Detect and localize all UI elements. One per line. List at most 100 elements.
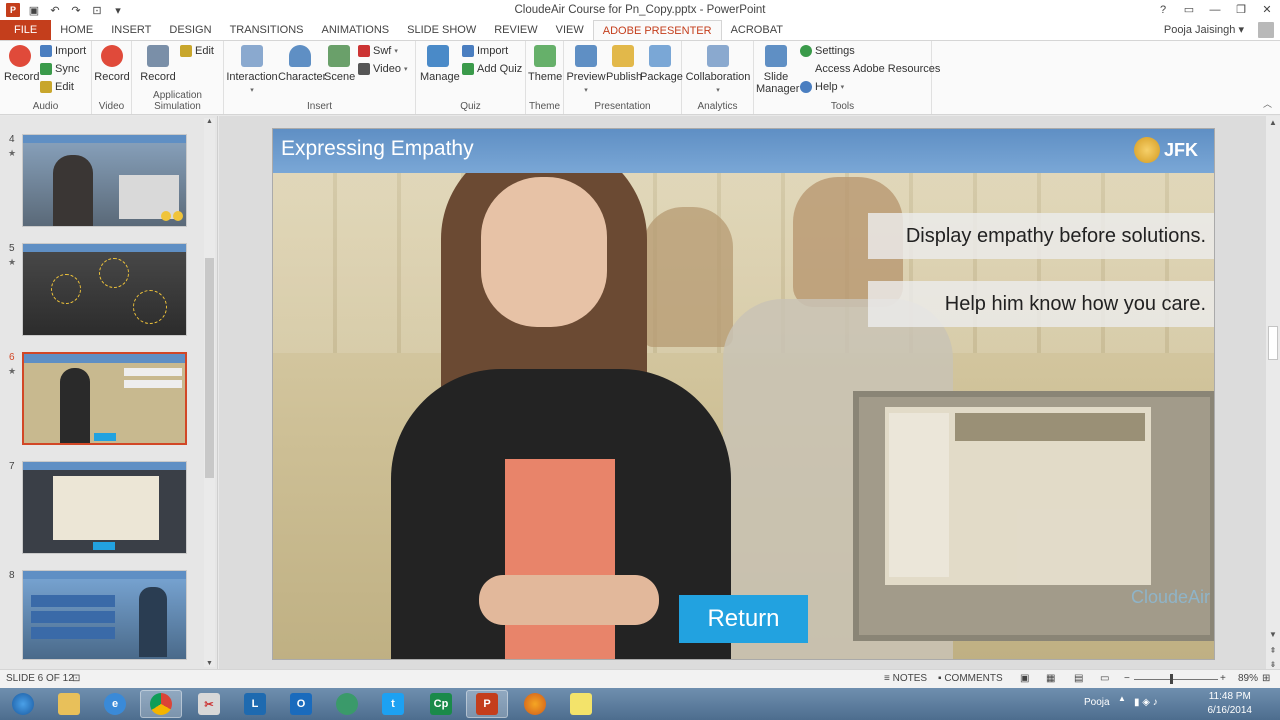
undo-icon[interactable]: ↶ <box>48 3 62 17</box>
add-quiz-button[interactable]: Add Quiz <box>462 63 522 75</box>
slide-thumbnail-5[interactable] <box>22 243 187 336</box>
thumbnail-scrollbar[interactable]: ▲ ▼ <box>204 118 215 667</box>
tab-adobe-presenter[interactable]: ADOBE PRESENTER <box>592 20 722 40</box>
taskbar-ie[interactable]: e <box>94 690 136 718</box>
taskbar-network[interactable] <box>326 690 368 718</box>
zoom-slider-thumb[interactable] <box>1170 674 1173 684</box>
publish-button[interactable]: Publish <box>606 45 642 83</box>
slide-show-icon[interactable]: ▭ <box>1100 673 1109 684</box>
previous-slide-icon[interactable]: ⇞ <box>1266 646 1280 655</box>
captivate-icon: Cp <box>430 693 452 715</box>
simulation-edit-button[interactable]: Edit <box>180 45 214 57</box>
return-button[interactable]: Return <box>679 595 808 643</box>
slide-sorter-icon[interactable]: ▦ <box>1046 673 1055 684</box>
system-clock[interactable]: 11:48 PM 6/16/2014 <box>1208 690 1253 718</box>
taskbar-outlook[interactable]: O <box>280 690 322 718</box>
taskbar-snipping[interactable]: ✂ <box>188 690 230 718</box>
scroll-down-icon[interactable]: ▼ <box>1266 630 1280 639</box>
character-button[interactable]: Character <box>278 45 326 83</box>
slide-thumbnail-7[interactable] <box>22 461 187 554</box>
tab-transitions[interactable]: TRANSITIONS <box>221 20 313 40</box>
reading-view-icon[interactable]: ▤ <box>1074 673 1083 684</box>
simulation-record-button[interactable]: Record <box>140 45 176 83</box>
interaction-button[interactable]: Interaction ▾ <box>226 45 278 95</box>
scroll-up-icon[interactable]: ▲ <box>204 118 215 125</box>
access-adobe-resources-button[interactable]: Access Adobe Resources <box>800 63 940 75</box>
ribbon-display-options-button[interactable]: ▭ <box>1176 0 1202 20</box>
tab-slide-show[interactable]: SLIDE SHOW <box>398 20 485 40</box>
scene-button[interactable]: Scene <box>324 45 355 83</box>
close-button[interactable]: ✕ <box>1254 0 1280 20</box>
user-account[interactable]: Pooja Jaisingh ▾ <box>1164 20 1274 40</box>
audio-edit-button[interactable]: Edit <box>40 81 74 93</box>
slide-thumbnail-6[interactable] <box>22 352 187 445</box>
zoom-out-icon[interactable]: − <box>1124 673 1130 684</box>
slide-thumbnail-4[interactable] <box>22 134 187 227</box>
customize-qat-icon[interactable]: ▾ <box>111 3 125 17</box>
quiz-manage-button[interactable]: Manage <box>420 45 460 83</box>
redo-icon[interactable]: ↷ <box>69 3 83 17</box>
taskbar-explorer[interactable] <box>48 690 90 718</box>
swf-button[interactable]: Swf ▾ <box>358 45 398 57</box>
taskbar-twitter[interactable]: t <box>372 690 414 718</box>
collapse-ribbon-icon[interactable]: ︿ <box>1263 97 1272 110</box>
audio-import-button[interactable]: Import <box>40 45 86 57</box>
spelling-check-icon[interactable]: ⊡ <box>72 673 80 684</box>
tab-view[interactable]: VIEW <box>547 20 593 40</box>
start-from-beginning-icon[interactable]: ⊡ <box>90 3 104 17</box>
scroll-down-icon[interactable]: ▼ <box>204 660 215 667</box>
taskbar-powerpoint[interactable]: P <box>466 690 508 718</box>
avatar[interactable] <box>1258 22 1274 38</box>
quiz-import-button[interactable]: Import <box>462 45 508 57</box>
theme-button[interactable]: Theme <box>528 45 562 83</box>
audio-sync-button[interactable]: Sync <box>40 63 79 75</box>
video-record-button[interactable]: Record <box>94 45 130 83</box>
notes-button[interactable]: ≡ NOTES <box>884 673 927 684</box>
package-button[interactable]: Package <box>640 45 683 83</box>
zoom-slider[interactable] <box>1134 679 1218 680</box>
normal-view-icon[interactable]: ▣ <box>1020 673 1029 684</box>
collaboration-button[interactable]: Collaboration ▾ <box>684 45 752 95</box>
tab-acrobat[interactable]: ACROBAT <box>722 20 792 40</box>
comments-button[interactable]: ▪ COMMENTS <box>938 673 1003 684</box>
help-button[interactable]: ? <box>1150 0 1176 20</box>
slide-thumbnail-8[interactable] <box>22 570 187 660</box>
caption-display-empathy: Display empathy before solutions. <box>868 213 1214 259</box>
save-icon[interactable]: ▣ <box>27 3 41 17</box>
taskbar-chrome[interactable] <box>140 690 182 718</box>
taskbar-sticky-notes[interactable] <box>560 690 602 718</box>
tray-icons[interactable]: ▮ ◈ ♪ <box>1134 697 1158 708</box>
help-menu-button[interactable]: Help ▾ <box>800 81 844 93</box>
scroll-up-icon[interactable]: ▲ <box>1266 118 1280 127</box>
minimize-button[interactable]: — <box>1202 0 1228 20</box>
tab-insert[interactable]: INSERT <box>102 20 160 40</box>
settings-button[interactable]: Settings <box>800 45 855 57</box>
internet-explorer-icon: e <box>104 693 126 715</box>
start-button[interactable] <box>2 690 44 718</box>
slide-manager-button[interactable]: Slide Manager <box>756 45 799 95</box>
next-slide-icon[interactable]: ⇟ <box>1266 660 1280 669</box>
powerpoint-app-icon[interactable]: P <box>6 3 20 17</box>
taskbar-lync[interactable]: L <box>234 690 276 718</box>
zoom-level[interactable]: 89% <box>1238 673 1258 684</box>
editor-scrollbar[interactable]: ▲ ▼ ⇞ ⇟ <box>1266 116 1280 669</box>
restore-button[interactable]: ❐ <box>1228 0 1254 20</box>
insert-video-button[interactable]: Video ▾ <box>358 63 407 75</box>
tab-review[interactable]: REVIEW <box>485 20 546 40</box>
fit-to-window-icon[interactable]: ⊞ <box>1262 673 1270 684</box>
tab-animations[interactable]: ANIMATIONS <box>313 20 399 40</box>
preview-button[interactable]: Preview ▾ <box>566 45 606 95</box>
help-icon <box>800 81 812 93</box>
current-slide[interactable]: Expressing Empathy JFK Display empathy b… <box>272 128 1215 660</box>
taskbar-firefox[interactable] <box>514 690 556 718</box>
screen-record-icon <box>147 45 169 67</box>
tab-design[interactable]: DESIGN <box>160 20 220 40</box>
audio-record-button[interactable]: Record <box>4 45 39 83</box>
scrollbar-thumb[interactable] <box>205 258 214 478</box>
taskbar-captivate[interactable]: Cp <box>420 690 462 718</box>
tab-file[interactable]: FILE <box>0 20 52 40</box>
tab-home[interactable]: HOME <box>51 20 102 40</box>
zoom-in-icon[interactable]: + <box>1220 673 1226 684</box>
scrollbar-thumb[interactable] <box>1268 326 1278 360</box>
notification-chevron-icon[interactable]: ▲ <box>1118 694 1126 703</box>
